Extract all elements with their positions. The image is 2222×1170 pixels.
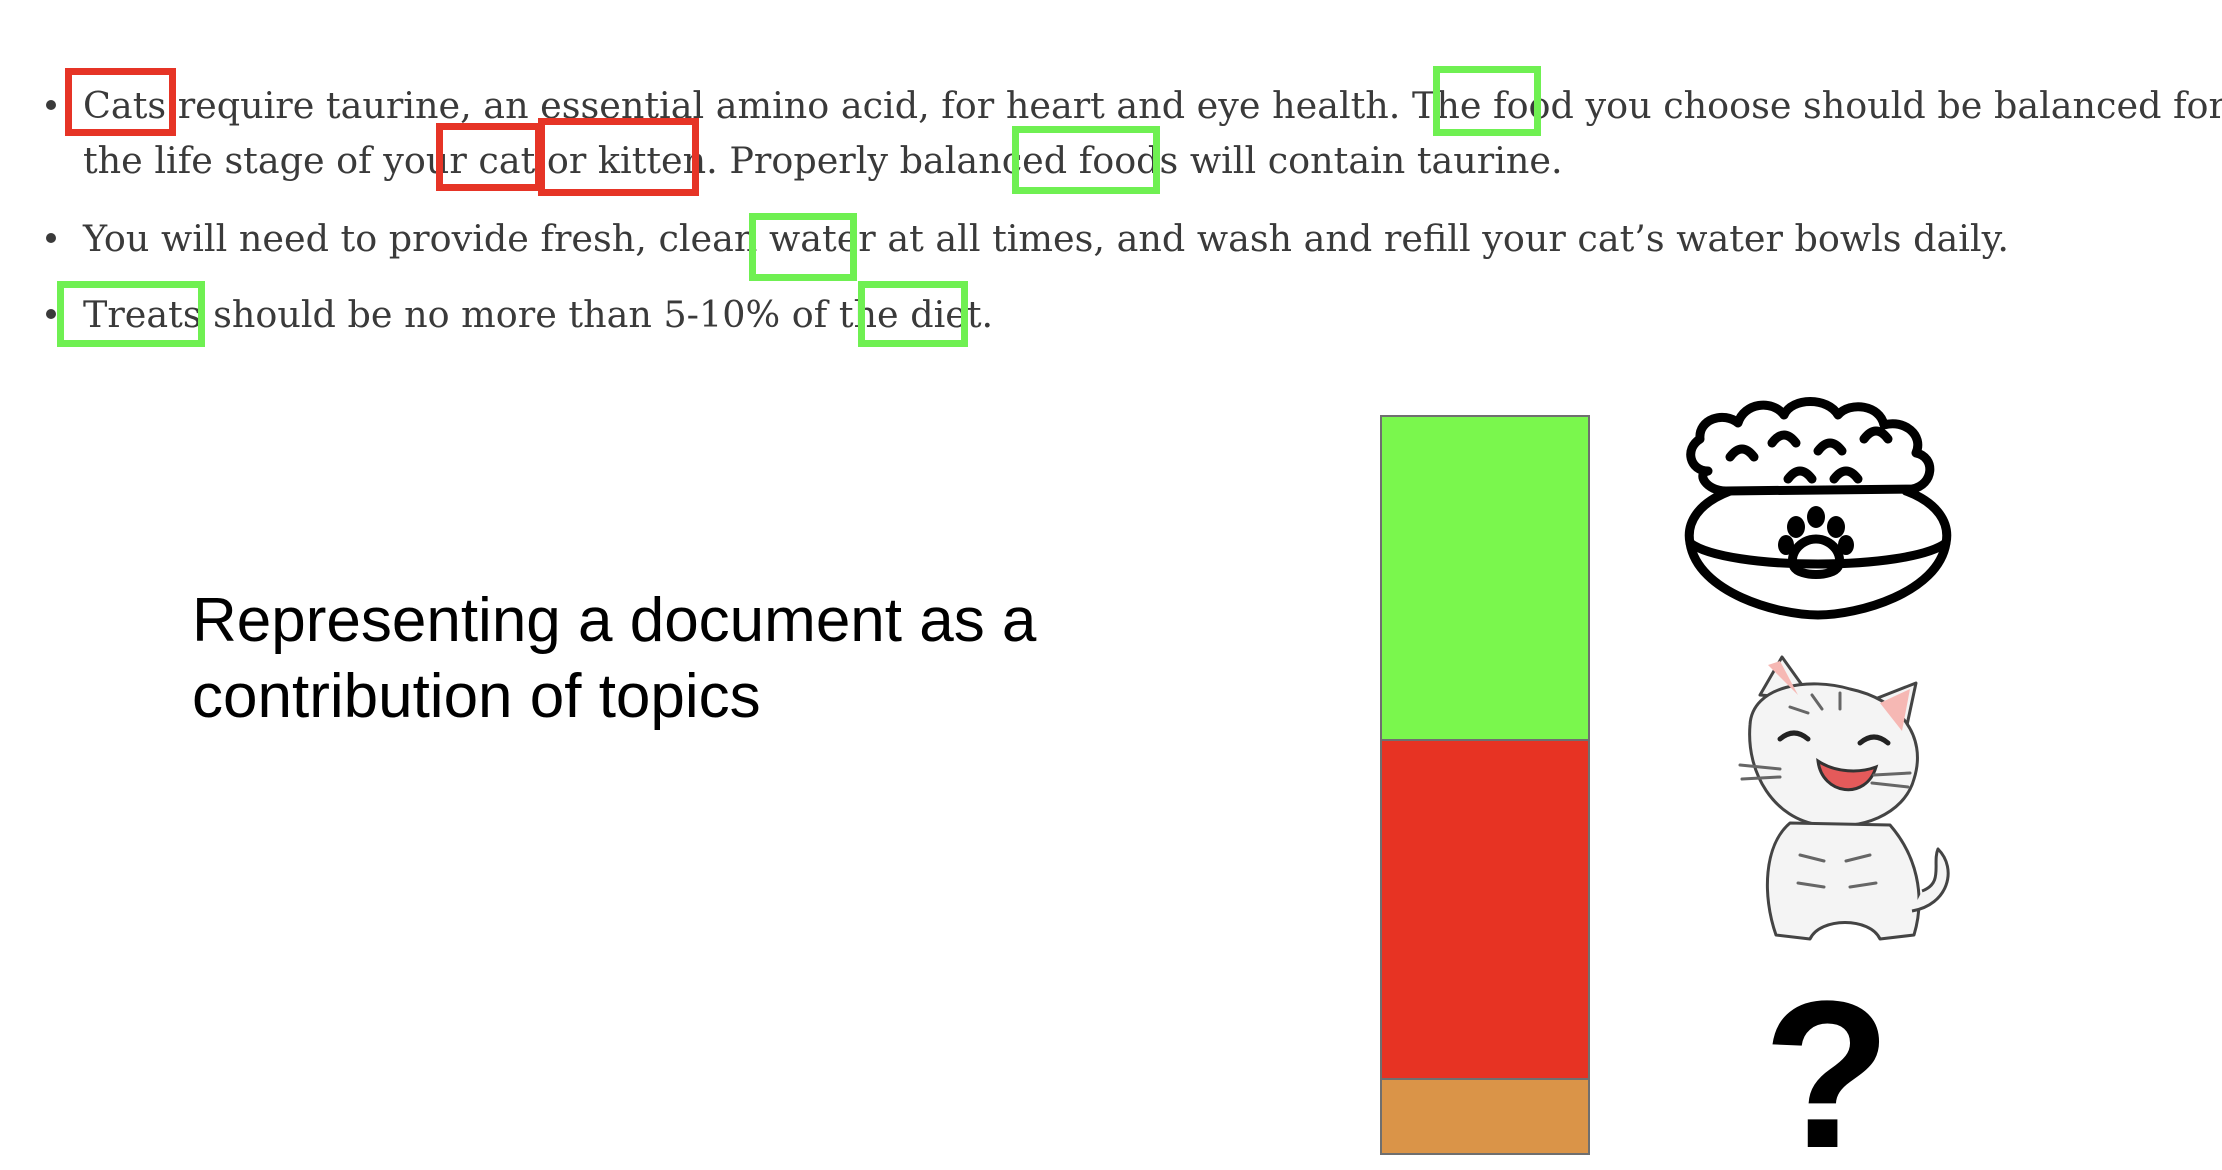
- document-line-4: Treats should be no more than 5-10% of t…: [83, 293, 994, 336]
- kitten-icon: [1738, 655, 1950, 941]
- caption-line-2: contribution of topics: [192, 662, 761, 731]
- question-mark-glyph: ?: [1763, 985, 1891, 1160]
- question-mark-icon: ?: [1763, 985, 1891, 1160]
- topic-segment-cat: [1382, 739, 1588, 1078]
- bullet-1: [46, 100, 56, 110]
- topic-segment-unknown: [1382, 1077, 1588, 1153]
- bullet-2: [46, 233, 56, 243]
- food-bowl-icon: [1684, 397, 1952, 620]
- document-line-2: the life stage of your cat or kitten. Pr…: [83, 139, 1563, 182]
- topic-proportion-bar: [1380, 415, 1590, 1155]
- document-excerpt: Cats require taurine, an essential amino…: [0, 0, 2222, 360]
- caption-line-1: Representing a document as a: [192, 586, 1037, 655]
- document-line-3: You will need to provide fresh, clean wa…: [83, 217, 2009, 260]
- document-line-1: Cats require taurine, an essential amino…: [83, 84, 2222, 127]
- topic-segment-food: [1382, 417, 1588, 740]
- caption: Representing a document as a contributio…: [192, 583, 1036, 735]
- bullet-3: [46, 309, 56, 319]
